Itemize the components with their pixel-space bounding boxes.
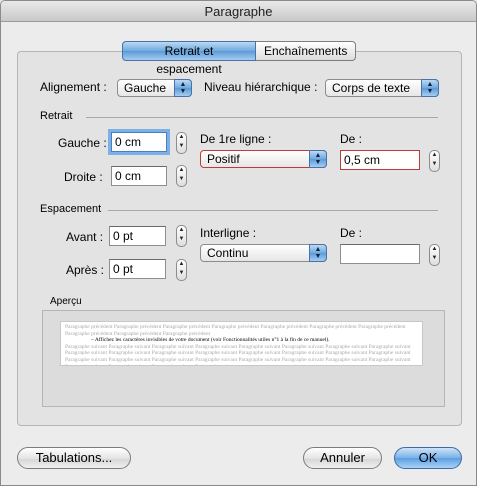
tabulations-button[interactable]: Tabulations... [17, 447, 131, 469]
retrait-de-stepper[interactable]: ▲ ▼ [429, 150, 440, 172]
apercu-title: Aperçu [50, 296, 82, 307]
interligne-label: Interligne : [200, 226, 257, 240]
interligne-de-field[interactable] [340, 244, 420, 264]
droite-label: Droite : [64, 170, 103, 184]
updown-arrows-icon: ▲ ▼ [309, 244, 327, 262]
niveau-label: Niveau hiérarchique : [204, 80, 318, 94]
retrait-de-label: De : [340, 132, 363, 146]
alignement-value: Gauche [124, 81, 167, 95]
espacement-divider [108, 210, 438, 211]
preview-page: Paragraphe précédent Paragraphe précéden… [60, 321, 423, 366]
tab-retrait-espacement[interactable]: Retrait et espacement [122, 41, 256, 76]
updown-arrows-icon: ▲ ▼ [174, 79, 192, 97]
avant-label: Avant : [66, 230, 104, 244]
retrait-divider [86, 117, 438, 118]
espacement-title: Espacement [40, 203, 102, 215]
gauche-field[interactable]: 0 cm [111, 132, 167, 152]
alignement-label: Alignement : [40, 80, 107, 94]
apres-field[interactable]: 0 pt [109, 259, 166, 279]
premiere-ligne-value: Positif [207, 152, 240, 166]
ok-button[interactable]: OK [394, 447, 462, 469]
avant-stepper[interactable]: ▲ ▼ [176, 225, 187, 247]
niveau-popup[interactable]: Corps de texte ▲ ▼ [325, 79, 439, 97]
retrait-de-field[interactable]: 0,5 cm [340, 150, 420, 170]
apres-stepper[interactable]: ▲ ▼ [176, 259, 187, 281]
window-title: Paragraphe [1, 1, 476, 22]
paragraph-dialog: Paragraphe Retrait et espacement Enchaîn… [0, 0, 477, 486]
interligne-de-stepper[interactable]: ▲ ▼ [429, 244, 440, 266]
interligne-popup[interactable]: Continu ▲ ▼ [200, 244, 327, 262]
updown-arrows-icon: ▲ ▼ [421, 79, 439, 97]
interligne-value: Continu [207, 246, 249, 260]
tab-bar: Retrait et espacement Enchaînements [122, 41, 356, 76]
gauche-stepper[interactable]: ▲ ▼ [176, 132, 187, 154]
premiere-ligne-label: De 1re ligne : [200, 132, 272, 146]
tab-enchainements[interactable]: Enchaînements [256, 41, 356, 61]
droite-field[interactable]: 0 cm [111, 166, 167, 186]
preview-after-text: Paragraphe suivant Paragraphe suivant Pa… [65, 343, 411, 365]
tab-content: Alignement : Gauche ▲ ▼ Niveau hiérarchiq… [17, 51, 462, 426]
gauche-label: Gauche : [58, 136, 107, 150]
updown-arrows-icon: ▲ ▼ [309, 150, 327, 168]
annuler-button[interactable]: Annuler [303, 447, 382, 469]
preview-box: Paragraphe précédent Paragraphe précéden… [42, 310, 445, 407]
preview-main-text: – Affichez les caractères invisibles de … [91, 337, 330, 344]
droite-stepper[interactable]: ▲ ▼ [176, 165, 187, 187]
interligne-de-label: De : [340, 226, 363, 240]
alignement-popup[interactable]: Gauche ▲ ▼ [117, 79, 192, 97]
avant-field[interactable]: 0 pt [109, 226, 166, 246]
retrait-title: Retrait [40, 110, 73, 122]
preview-before-text: Paragraphe précédent Paragraphe précéden… [65, 324, 406, 337]
premiere-ligne-popup[interactable]: Positif ▲ ▼ [200, 150, 327, 168]
apres-label: Après : [66, 263, 105, 277]
niveau-value: Corps de texte [332, 81, 411, 95]
